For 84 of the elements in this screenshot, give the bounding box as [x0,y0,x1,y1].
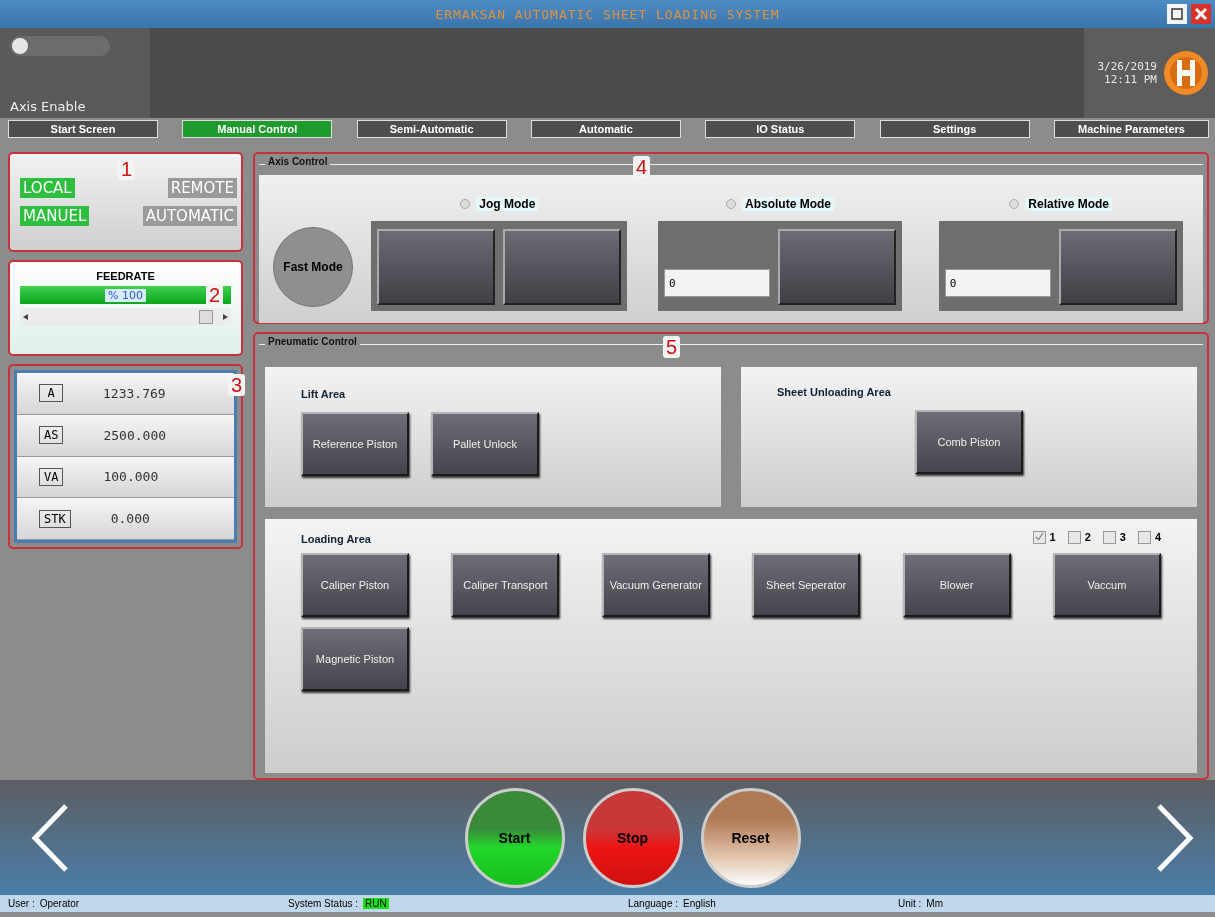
axis-enable-label: Axis Enable [10,99,87,114]
status-value: Operator [39,898,80,909]
piston-button[interactable]: Pallet Unlock [431,412,539,476]
axis-value: 1233.769 [103,385,166,401]
status-value: English [683,898,716,909]
checkbox-label: 3 [1119,531,1126,543]
mode-indicator: LOCAL [20,178,75,198]
slider-thumb[interactable] [198,310,213,324]
piston-button[interactable]: Reference Piston [301,412,409,476]
axis-enable-toggle[interactable] [10,36,110,56]
mode-radio[interactable] [460,199,471,209]
annotation-number: 5 [663,336,681,358]
fast-mode-button[interactable]: Fast Mode [273,227,353,307]
jog-button[interactable] [503,229,622,305]
mode-label: Absolute Mode [742,197,834,211]
status-value: Mm [926,898,943,909]
nav-tab[interactable]: Settings [879,120,1030,138]
annotation-number: 2 [206,284,224,306]
piston-button[interactable]: Sheet Seperator [752,553,861,617]
feedrate-title: FEEDRATE [95,270,156,282]
checkbox-label: 2 [1084,531,1091,543]
axis-name: A [39,384,63,403]
status-label: Unit : [898,898,922,909]
checkbox-label: 4 [1154,531,1161,543]
area-title: Lift Area [301,388,346,400]
checkbox[interactable] [1067,530,1081,544]
piston-button[interactable]: Comb Piston [915,410,1023,474]
date-text: 3/26/2019 [1097,60,1157,73]
status-label: User : [8,898,35,909]
axis-name: STK [39,509,71,528]
status-label: System Status : [288,898,359,909]
logo-icon [1163,50,1209,96]
piston-button[interactable]: Blower [902,553,1011,617]
mode-label: Jog Mode [476,197,539,211]
area-title: Sheet Unloading Area [777,386,891,398]
time-text: 12:11 PM [1103,73,1157,86]
axis-value: 2500.000 [103,427,167,443]
nav-tab[interactable]: Machine Parameters [1053,120,1209,138]
checkbox[interactable] [1137,530,1151,544]
axis-value: 100.000 [103,469,159,485]
feedrate-slider[interactable] [20,308,231,326]
position-field[interactable]: 0 [664,269,770,297]
group-title: Axis Control [265,156,331,167]
start-button[interactable]: Start [464,787,565,888]
nav-tab[interactable]: Semi-Automatic [356,120,507,138]
nav-tab[interactable]: IO Status [705,120,856,138]
piston-button[interactable]: Caliper Transport [451,553,560,617]
window-title: ERMAKSAN AUTOMATIC SHEET LOADING SYSTEM [435,6,780,22]
piston-button[interactable]: Vacuum Generator [601,553,710,617]
area-title: Loading Area [301,533,371,545]
checkbox[interactable] [1032,530,1046,544]
status-value: RUN [363,898,389,909]
jog-button[interactable] [377,229,496,305]
annotation-number: 3 [228,374,246,396]
piston-button[interactable]: Caliper Piston [301,553,409,617]
annotation-number: 1 [118,158,136,180]
nav-tab[interactable]: Manual Control [182,120,333,138]
maximize-icon[interactable] [1167,4,1187,24]
close-icon[interactable] [1191,4,1211,24]
right-arrow-icon[interactable] [223,314,228,320]
axis-name: VA [39,467,64,486]
mode-radio[interactable] [1009,199,1020,209]
mode-indicator: AUTOMATIC [142,206,237,226]
axis-value: 0.000 [110,511,150,527]
checkbox[interactable] [1102,530,1116,544]
piston-button[interactable]: Magnetic Piston [301,627,409,691]
mode-label: Relative Mode [1025,197,1113,211]
mode-radio[interactable] [726,199,736,209]
reset-button[interactable]: Reset [700,787,801,888]
move-button[interactable] [778,229,896,305]
piston-button[interactable]: Vaccum [1052,553,1161,617]
stop-button[interactable]: Stop [582,787,683,888]
annotation-number: 4 [633,156,651,178]
mode-indicator: MANUEL [20,206,90,226]
group-title: Pneumatic Control [265,336,360,347]
nav-tab[interactable]: Start Screen [8,120,158,138]
checkbox-label: 1 [1049,531,1056,543]
status-label: Language : [628,898,679,909]
move-button[interactable] [1058,229,1177,305]
left-arrow-icon[interactable] [23,314,28,320]
axis-name: AS [39,426,64,445]
mode-indicator: REMOTE [167,178,237,198]
nav-tab[interactable]: Automatic [531,120,681,138]
position-field[interactable]: 0 [944,269,1051,297]
